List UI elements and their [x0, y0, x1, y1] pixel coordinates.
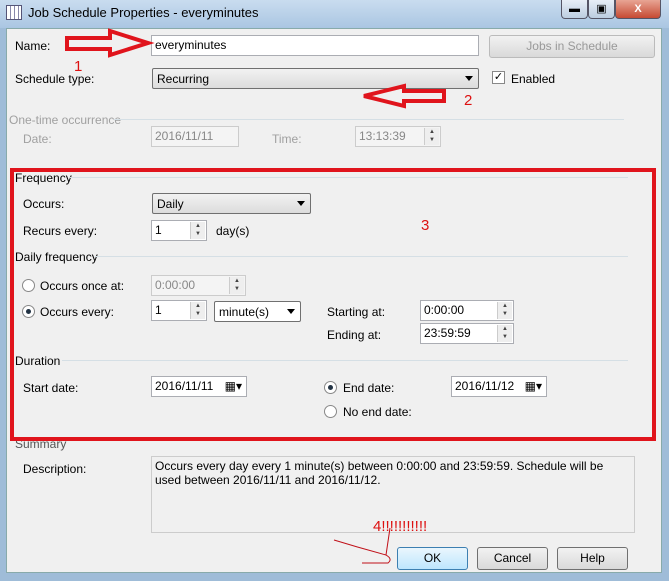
annotation-arrow-1: [65, 28, 155, 58]
annotation-arrows: [65, 28, 446, 564]
annotation-2: 2: [464, 92, 473, 109]
annotation-1: 1: [74, 58, 83, 75]
annotation-4: 4!!!!!!!!!!!: [373, 518, 428, 535]
annotation-3: 3: [421, 217, 430, 234]
annotation-arrow-2: [363, 83, 446, 109]
